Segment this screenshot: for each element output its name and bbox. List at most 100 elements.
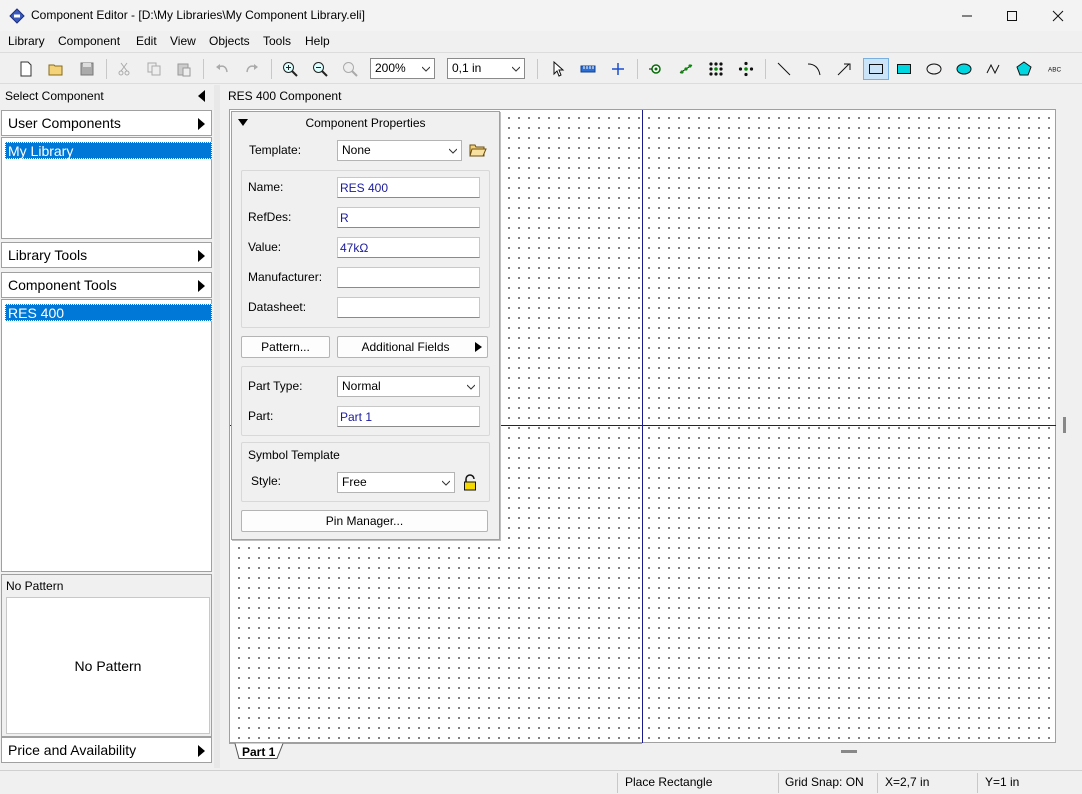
polygon-tool-button[interactable] bbox=[1013, 58, 1035, 80]
copy-icon bbox=[147, 62, 161, 76]
menu-component[interactable]: Component bbox=[58, 34, 120, 48]
manufacturer-field[interactable] bbox=[337, 267, 480, 288]
menu-objects[interactable]: Objects bbox=[209, 34, 250, 48]
text-tool-button[interactable]: ABC bbox=[1043, 58, 1069, 80]
arc-tool-button[interactable] bbox=[803, 58, 825, 80]
zoom-out-button[interactable] bbox=[309, 58, 331, 80]
value-field[interactable]: 47kΩ bbox=[337, 237, 480, 258]
place-pin-button[interactable] bbox=[645, 58, 667, 80]
menu-edit[interactable]: Edit bbox=[136, 34, 157, 48]
minimize-button[interactable] bbox=[944, 0, 990, 31]
close-button[interactable] bbox=[1035, 0, 1081, 31]
minimize-icon bbox=[962, 15, 972, 16]
additional-fields-label: Additional Fields bbox=[361, 340, 450, 354]
vertical-axis bbox=[642, 110, 643, 744]
maximize-button[interactable] bbox=[989, 0, 1035, 31]
new-button[interactable] bbox=[15, 58, 37, 80]
style-select[interactable]: Free bbox=[337, 472, 455, 493]
paste-icon bbox=[177, 63, 191, 77]
refdes-field[interactable]: R bbox=[337, 207, 480, 228]
user-components-label: User Components bbox=[8, 115, 121, 131]
component-tools-header[interactable]: Component Tools bbox=[1, 272, 212, 298]
library-item[interactable]: My Library bbox=[5, 142, 212, 159]
part-type-select[interactable]: Normal bbox=[337, 376, 480, 397]
vertical-scroll-thumb[interactable] bbox=[1063, 417, 1066, 433]
arc-icon bbox=[807, 63, 821, 76]
canvas-header: RES 400 Component bbox=[228, 89, 342, 103]
collapse-panel-icon[interactable] bbox=[198, 90, 205, 102]
select-tool-button[interactable] bbox=[547, 58, 569, 80]
arrow-tool-button[interactable] bbox=[833, 58, 855, 80]
price-availability-header[interactable]: Price and Availability bbox=[1, 737, 212, 763]
menu-library[interactable]: Library bbox=[8, 34, 45, 48]
library-list[interactable]: My Library bbox=[1, 137, 212, 239]
crosshair-tool-button[interactable] bbox=[607, 58, 629, 80]
name-field[interactable]: RES 400 bbox=[337, 177, 480, 198]
open-folder-icon bbox=[469, 144, 487, 157]
part-field[interactable]: Part 1 bbox=[337, 406, 480, 427]
library-tools-header[interactable]: Library Tools bbox=[1, 242, 212, 268]
ruler-icon bbox=[580, 65, 596, 73]
undo-button[interactable] bbox=[211, 58, 233, 80]
redo-button[interactable] bbox=[241, 58, 263, 80]
pattern-preview: No Pattern bbox=[6, 597, 210, 734]
menu-bar: Library Component Edit View Objects Tool… bbox=[0, 31, 1082, 51]
toolbar: 200% 0,1 in ABC bbox=[0, 52, 1082, 84]
pattern-button[interactable]: Pattern... bbox=[241, 336, 330, 358]
zoom-select[interactable]: 200% bbox=[370, 58, 435, 79]
panel-splitter[interactable] bbox=[214, 85, 220, 768]
component-list[interactable]: RES 400 bbox=[1, 299, 212, 572]
place-pin-array-button[interactable] bbox=[675, 58, 697, 80]
pin-array-icon bbox=[679, 64, 693, 74]
template-select[interactable]: None bbox=[337, 140, 462, 161]
pin-icon bbox=[649, 64, 661, 74]
grid-size-select[interactable]: 0,1 in bbox=[447, 58, 525, 79]
horizontal-scrollbar[interactable] bbox=[642, 743, 1056, 760]
rectangle-tool-button[interactable] bbox=[863, 58, 889, 80]
user-components-header[interactable]: User Components bbox=[1, 110, 212, 136]
polyline-tool-button[interactable] bbox=[983, 58, 1005, 80]
arrow-icon bbox=[837, 63, 851, 76]
style-label: Style: bbox=[251, 474, 282, 488]
save-button[interactable] bbox=[76, 58, 98, 80]
cut-button[interactable] bbox=[113, 58, 135, 80]
place-pin-matrix-button[interactable] bbox=[705, 58, 727, 80]
status-bar: Place Rectangle Grid Snap: ON X=2,7 in Y… bbox=[0, 770, 1082, 794]
paste-button[interactable] bbox=[173, 58, 195, 80]
origin-tool-button[interactable] bbox=[577, 58, 599, 80]
datasheet-field[interactable] bbox=[337, 297, 480, 318]
chevron-down-icon bbox=[512, 66, 520, 72]
component-properties-panel: Component Properties Template: None Name… bbox=[231, 111, 500, 540]
component-tools-label: Component Tools bbox=[8, 277, 117, 293]
line-tool-button[interactable] bbox=[773, 58, 795, 80]
place-pin-cross-button[interactable] bbox=[735, 58, 757, 80]
filled-ellipse-tool-button[interactable] bbox=[953, 58, 975, 80]
part-label: Part: bbox=[248, 409, 274, 423]
horizontal-scroll-thumb[interactable] bbox=[841, 750, 857, 753]
zoom-value: 200% bbox=[375, 61, 406, 75]
sheet-tab-part1[interactable]: Part 1 bbox=[242, 745, 275, 759]
chevron-down-icon bbox=[422, 66, 430, 72]
select-component-label: Select Component bbox=[5, 89, 104, 103]
component-item[interactable]: RES 400 bbox=[5, 304, 212, 321]
lock-button[interactable] bbox=[462, 474, 478, 491]
properties-title: Component Properties bbox=[305, 116, 426, 130]
vertical-scrollbar[interactable] bbox=[1056, 109, 1073, 743]
chevron-down-icon bbox=[467, 384, 475, 390]
expand-arrow-icon bbox=[475, 342, 482, 352]
filled-rectangle-tool-button[interactable] bbox=[893, 58, 915, 80]
menu-view[interactable]: View bbox=[170, 34, 196, 48]
additional-fields-button[interactable]: Additional Fields bbox=[337, 336, 488, 358]
open-template-button[interactable] bbox=[469, 142, 487, 158]
copy-button[interactable] bbox=[143, 58, 165, 80]
open-button[interactable] bbox=[45, 58, 67, 80]
ellipse-tool-button[interactable] bbox=[923, 58, 945, 80]
zoom-fit-button[interactable] bbox=[339, 58, 361, 80]
menu-tools[interactable]: Tools bbox=[263, 34, 291, 48]
pin-manager-button[interactable]: Pin Manager... bbox=[241, 510, 488, 532]
cut-icon bbox=[118, 62, 130, 76]
app-icon bbox=[9, 8, 25, 24]
text-icon: ABC bbox=[1048, 66, 1062, 73]
menu-help[interactable]: Help bbox=[305, 34, 330, 48]
zoom-in-button[interactable] bbox=[279, 58, 301, 80]
